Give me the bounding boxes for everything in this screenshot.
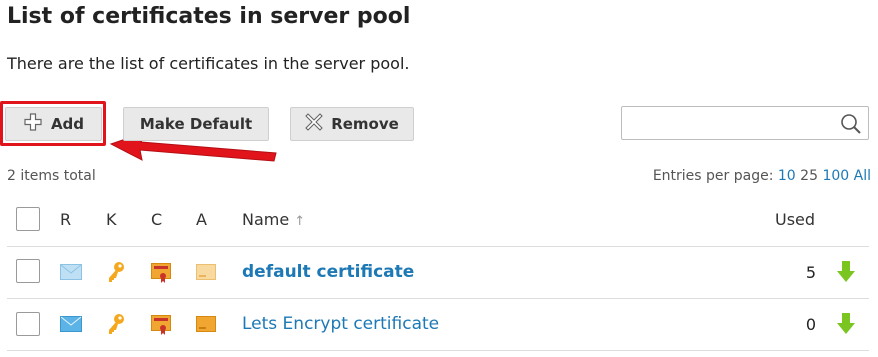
download-arrow-icon[interactable] <box>836 261 856 287</box>
column-used[interactable]: Used <box>775 210 815 229</box>
column-k[interactable]: K <box>106 210 117 229</box>
certificate-icon <box>151 315 171 339</box>
make-default-label: Make Default <box>139 115 253 133</box>
envelope-icon <box>60 316 82 336</box>
items-total: 2 items total <box>7 168 96 184</box>
page-size-all[interactable]: All <box>854 168 871 184</box>
page-size-25[interactable]: 25 <box>800 168 818 184</box>
header-divider <box>7 246 869 247</box>
magnifier-icon[interactable] <box>840 113 862 139</box>
certificate-name-link[interactable]: Lets Encrypt certificate <box>242 314 439 334</box>
page-title: List of certificates in server pool <box>7 4 411 29</box>
row-divider <box>7 350 869 351</box>
column-a[interactable]: A <box>196 210 207 229</box>
key-icon <box>106 313 126 339</box>
make-default-button[interactable]: Make Default <box>123 107 269 141</box>
sort-ascending-icon: ↑ <box>294 214 306 229</box>
used-count: 5 <box>805 263 816 282</box>
entries-per-page-label: Entries per page: <box>652 168 774 184</box>
column-r[interactable]: R <box>60 210 71 229</box>
column-name-label: Name <box>242 210 290 229</box>
select-all-checkbox[interactable] <box>16 207 40 231</box>
download-arrow-icon[interactable] <box>836 313 856 339</box>
search-box <box>621 106 869 140</box>
certificate-icon <box>151 263 171 287</box>
page-size-100[interactable]: 100 <box>822 168 849 184</box>
column-c[interactable]: C <box>151 210 162 229</box>
row-divider <box>7 298 869 299</box>
used-count: 0 <box>805 315 816 334</box>
envelope-icon <box>60 264 82 284</box>
add-button-highlight <box>0 101 106 146</box>
entries-per-page: Entries per page: 10 25 100 All <box>653 168 871 184</box>
row-checkbox[interactable] <box>16 312 40 336</box>
column-name[interactable]: Name ↑ <box>242 210 305 229</box>
ca-card-icon <box>196 316 216 338</box>
remove-button[interactable]: Remove <box>290 107 414 141</box>
page-size-10[interactable]: 10 <box>778 168 796 184</box>
row-checkbox[interactable] <box>16 259 40 283</box>
remove-label: Remove <box>331 115 399 133</box>
key-icon <box>106 261 126 287</box>
search-input[interactable] <box>628 108 838 138</box>
certificate-name-link[interactable]: default certificate <box>242 262 414 282</box>
x-icon <box>305 113 323 135</box>
page-description: There are the list of certificates in th… <box>7 54 410 73</box>
ca-card-icon <box>196 264 216 286</box>
